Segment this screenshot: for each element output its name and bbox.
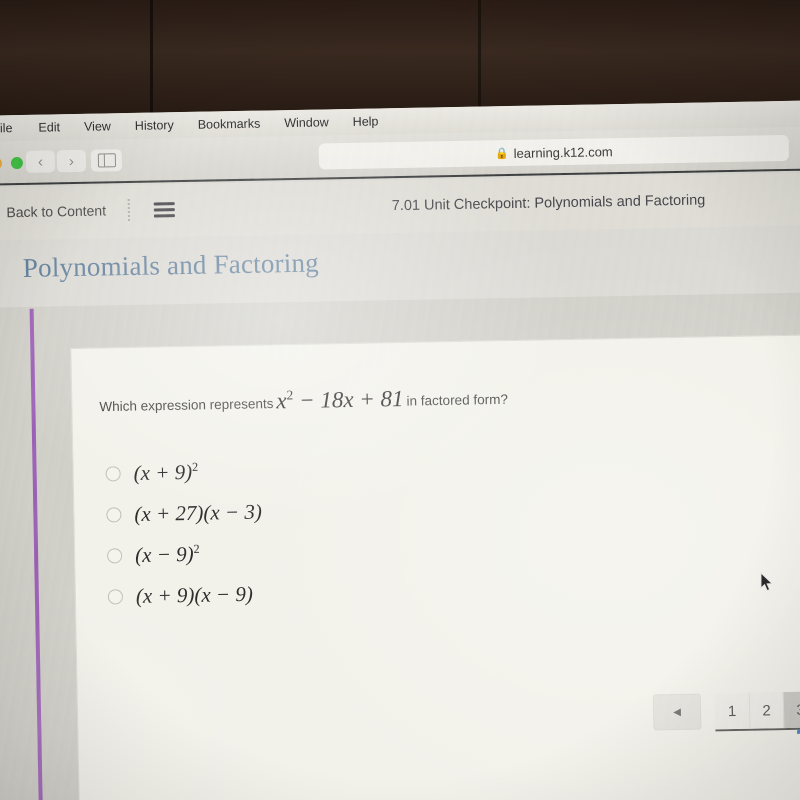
answer-option-3[interactable]: (x − 9)2 bbox=[105, 533, 263, 577]
answer-option-1[interactable]: (x + 9)2 bbox=[103, 451, 261, 495]
answer-option-2-label: (x + 27)(x − 3) bbox=[134, 499, 263, 526]
maximize-window-button[interactable] bbox=[10, 156, 24, 170]
screenshot-root: File Edit View History Bookmarks Window … bbox=[0, 0, 800, 800]
pagination: ◀ 1 2 3 bbox=[652, 691, 800, 732]
section-accent-bar bbox=[29, 308, 43, 800]
expression-exponent: 2 bbox=[286, 387, 294, 403]
radio-button-2[interactable] bbox=[106, 507, 122, 523]
answer-option-1-label: (x + 9)2 bbox=[133, 459, 199, 485]
question-trail-text: in factored form? bbox=[406, 391, 509, 409]
question-lead-text: Which expression represents bbox=[99, 396, 274, 415]
header-divider bbox=[127, 198, 131, 222]
address-bar-url: learning.k12.com bbox=[513, 143, 613, 161]
wall-seam-secondary bbox=[478, 0, 481, 118]
menu-item-file[interactable]: File bbox=[0, 121, 13, 135]
pagination-pages: 1 2 3 bbox=[714, 691, 800, 732]
question-text: Which expression represents x2 − 18x + 81… bbox=[99, 383, 508, 417]
window-controls bbox=[0, 156, 24, 170]
browser-forward-button[interactable]: › bbox=[56, 149, 87, 173]
back-to-content-label: Back to Content bbox=[6, 202, 107, 221]
radio-button-1[interactable] bbox=[105, 466, 121, 482]
hamburger-menu-icon[interactable] bbox=[153, 202, 175, 218]
answer-options-list: (x + 9)2 (x + 27)(x − 3) (x − 9)2 (x + 9… bbox=[103, 451, 263, 618]
browser-back-button[interactable]: ‹ bbox=[25, 150, 56, 173]
question-card: Which expression represents x2 − 18x + 81… bbox=[70, 334, 800, 800]
menu-item-edit[interactable]: Edit bbox=[38, 120, 60, 134]
lock-icon: 🔒 bbox=[494, 147, 509, 160]
address-bar[interactable]: 🔒 learning.k12.com bbox=[318, 134, 790, 170]
wall-seam bbox=[150, 0, 153, 118]
answer-option-4[interactable]: (x + 9)(x − 9) bbox=[106, 574, 264, 618]
sidebar-toggle-icon bbox=[97, 153, 116, 168]
minimize-window-button[interactable] bbox=[0, 157, 3, 170]
pagination-page-1[interactable]: 1 bbox=[714, 692, 750, 730]
radio-button-4[interactable] bbox=[107, 589, 124, 605]
content-area: Which expression represents x2 − 18x + 81… bbox=[0, 292, 800, 800]
menu-item-view[interactable]: View bbox=[84, 119, 111, 133]
pagination-page-3[interactable]: 3 bbox=[782, 691, 800, 729]
menu-item-history[interactable]: History bbox=[135, 118, 174, 133]
page-title: Polynomials and Factoring bbox=[22, 247, 320, 283]
back-to-content-link[interactable]: ❮ Back to Content bbox=[0, 201, 106, 221]
radio-button-3[interactable] bbox=[107, 548, 123, 564]
pagination-page-2[interactable]: 2 bbox=[748, 692, 784, 729]
answer-option-3-label: (x − 9)2 bbox=[134, 541, 200, 567]
expression-rest: − 18x + 81 bbox=[298, 385, 404, 413]
pagination-previous-button[interactable]: ◀ bbox=[652, 693, 702, 731]
checkpoint-title: 7.01 Unit Checkpoint: Polynomials and Fa… bbox=[391, 192, 706, 215]
triangle-left-icon: ◀ bbox=[673, 706, 682, 718]
laptop-screen: File Edit View History Bookmarks Window … bbox=[0, 100, 800, 800]
menu-item-window[interactable]: Window bbox=[284, 115, 329, 130]
answer-option-2[interactable]: (x + 27)(x − 3) bbox=[104, 492, 262, 536]
sidebar-toggle-button[interactable] bbox=[90, 149, 123, 172]
menu-item-help[interactable]: Help bbox=[353, 114, 379, 128]
question-expression: x2 − 18x + 81 bbox=[276, 386, 404, 413]
answer-option-4-label: (x + 9)(x − 9) bbox=[135, 581, 254, 608]
menu-item-bookmarks[interactable]: Bookmarks bbox=[198, 117, 261, 132]
